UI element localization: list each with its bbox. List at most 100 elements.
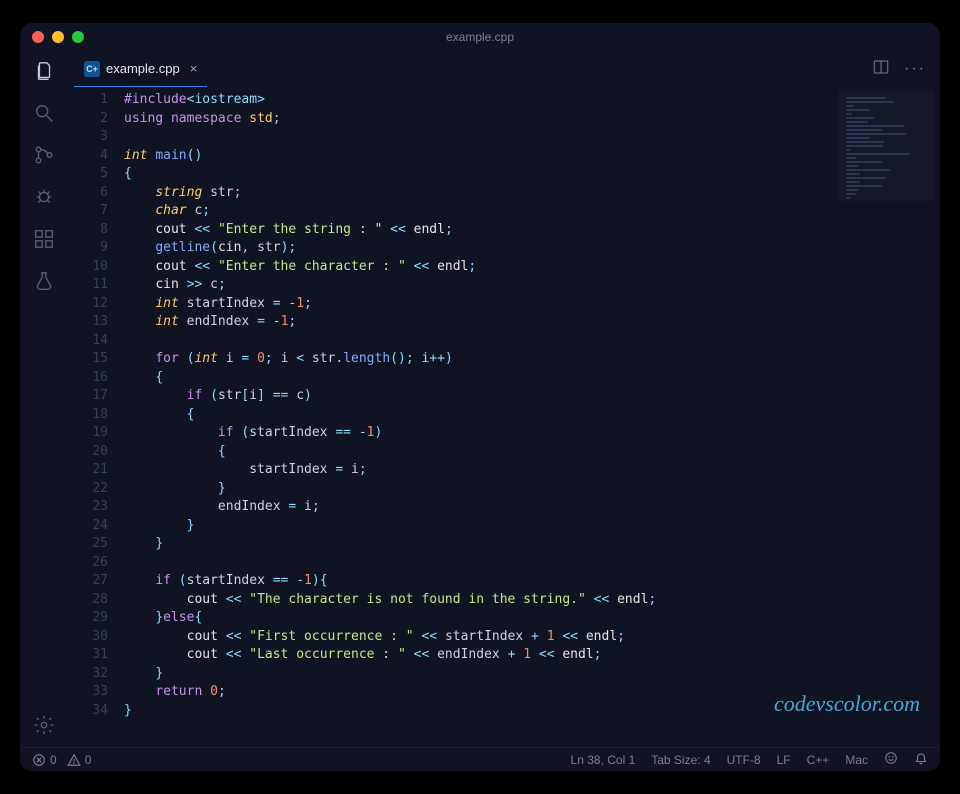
code-line: if (startIndex == -1){ — [124, 572, 940, 591]
code-line: } — [124, 480, 940, 499]
line-number: 23 — [68, 498, 108, 517]
minimap[interactable] — [838, 91, 934, 201]
line-number: 2 — [68, 110, 108, 129]
code-line — [124, 554, 940, 573]
eol[interactable]: LF — [777, 753, 791, 767]
feedback-smiley-icon[interactable] — [884, 751, 898, 768]
code-content[interactable]: #include<iostream>using namespace std; i… — [124, 87, 940, 747]
code-line: #include<iostream> — [124, 91, 940, 110]
line-number: 22 — [68, 480, 108, 499]
encoding[interactable]: UTF-8 — [727, 753, 761, 767]
code-line: for (int i = 0; i < str.length(); i++) — [124, 350, 940, 369]
line-number: 5 — [68, 165, 108, 184]
line-number: 3 — [68, 128, 108, 147]
search-icon[interactable] — [32, 101, 56, 125]
os-indicator[interactable]: Mac — [845, 753, 868, 767]
manage-gear-icon[interactable] — [32, 713, 56, 737]
error-count: 0 — [50, 753, 57, 767]
code-line: int endIndex = -1; — [124, 313, 940, 332]
explorer-icon[interactable] — [32, 59, 56, 83]
code-line: cout << "Last occurrence : " << endIndex… — [124, 646, 940, 665]
code-line: } — [124, 517, 940, 536]
line-number: 15 — [68, 350, 108, 369]
line-number: 19 — [68, 424, 108, 443]
notifications-bell-icon[interactable] — [914, 751, 928, 768]
tab-size[interactable]: Tab Size: 4 — [651, 753, 710, 767]
line-number: 10 — [68, 258, 108, 277]
line-number: 26 — [68, 554, 108, 573]
debug-icon[interactable] — [32, 185, 56, 209]
code-line: cin >> c; — [124, 276, 940, 295]
code-line: startIndex = i; — [124, 461, 940, 480]
code-line: int main() — [124, 147, 940, 166]
tabs-row: C+ example.cpp × ··· — [68, 51, 940, 87]
code-line: } — [124, 702, 940, 721]
line-number: 16 — [68, 369, 108, 388]
line-number: 31 — [68, 646, 108, 665]
line-number: 33 — [68, 683, 108, 702]
line-number: 9 — [68, 239, 108, 258]
tab-example-cpp[interactable]: C+ example.cpp × — [74, 51, 207, 87]
code-line: cout << "Enter the string : " << endl; — [124, 221, 940, 240]
code-line: endIndex = i; — [124, 498, 940, 517]
line-number: 13 — [68, 313, 108, 332]
line-number: 18 — [68, 406, 108, 425]
code-line: string str; — [124, 184, 940, 203]
editor-body[interactable]: 1234567891011121314151617181920212223242… — [68, 87, 940, 747]
editor-toolbar: ··· — [872, 58, 940, 81]
main-row: C+ example.cpp × ··· 1234567891011121314… — [20, 51, 940, 747]
problems-indicator[interactable]: 0 0 — [32, 753, 91, 767]
window-title: example.cpp — [20, 30, 940, 44]
line-number: 30 — [68, 628, 108, 647]
line-number: 28 — [68, 591, 108, 610]
line-number: 32 — [68, 665, 108, 684]
statusbar: 0 0 Ln 38, Col 1 Tab Size: 4 UTF-8 LF C+… — [20, 747, 940, 771]
line-number: 17 — [68, 387, 108, 406]
warning-count: 0 — [85, 753, 92, 767]
line-number: 34 — [68, 702, 108, 721]
activity-bar — [20, 51, 68, 747]
code-line: { — [124, 406, 940, 425]
minimize-window-button[interactable] — [52, 31, 64, 43]
code-line: using namespace std; — [124, 110, 940, 129]
code-line: getline(cin, str); — [124, 239, 940, 258]
code-line: { — [124, 443, 940, 462]
close-window-button[interactable] — [32, 31, 44, 43]
line-number: 25 — [68, 535, 108, 554]
code-line: if (startIndex == -1) — [124, 424, 940, 443]
code-line: } — [124, 665, 940, 684]
editor-area: C+ example.cpp × ··· 1234567891011121314… — [68, 51, 940, 747]
line-number: 12 — [68, 295, 108, 314]
code-line: cout << "Enter the character : " << endl… — [124, 258, 940, 277]
line-number: 14 — [68, 332, 108, 351]
zoom-window-button[interactable] — [72, 31, 84, 43]
testing-icon[interactable] — [32, 269, 56, 293]
more-actions-icon[interactable]: ··· — [904, 60, 926, 78]
close-tab-icon[interactable]: × — [190, 61, 198, 76]
extensions-icon[interactable] — [32, 227, 56, 251]
code-line: }else{ — [124, 609, 940, 628]
editor-window: example.cpp — [20, 23, 940, 771]
code-line: int startIndex = -1; — [124, 295, 940, 314]
cursor-position[interactable]: Ln 38, Col 1 — [571, 753, 636, 767]
code-line: cout << "First occurrence : " << startIn… — [124, 628, 940, 647]
language-mode[interactable]: C++ — [807, 753, 830, 767]
line-number: 7 — [68, 202, 108, 221]
code-line: { — [124, 369, 940, 388]
code-line: cout << "The character is not found in t… — [124, 591, 940, 610]
source-control-icon[interactable] — [32, 143, 56, 167]
titlebar: example.cpp — [20, 23, 940, 51]
code-line: } — [124, 535, 940, 554]
cpp-file-icon: C+ — [84, 61, 100, 77]
line-number: 8 — [68, 221, 108, 240]
window-controls — [32, 31, 84, 43]
split-editor-icon[interactable] — [872, 58, 890, 81]
line-number: 27 — [68, 572, 108, 591]
code-line: { — [124, 165, 940, 184]
code-line: char c; — [124, 202, 940, 221]
line-number: 24 — [68, 517, 108, 536]
line-number: 1 — [68, 91, 108, 110]
tab-label: example.cpp — [106, 61, 180, 76]
code-line: return 0; — [124, 683, 940, 702]
line-number: 20 — [68, 443, 108, 462]
